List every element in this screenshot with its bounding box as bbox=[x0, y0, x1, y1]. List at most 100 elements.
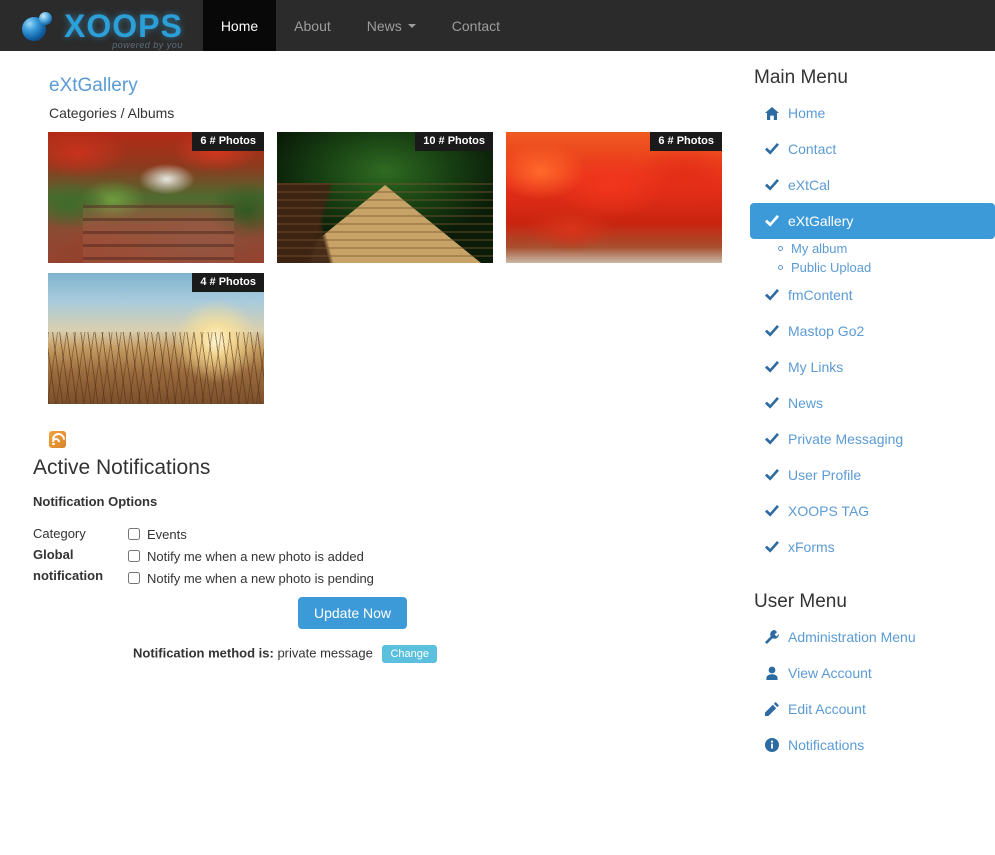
sidebar-item-label: View Account bbox=[788, 665, 872, 681]
sidebar-item-private-messaging: Private Messaging bbox=[750, 421, 995, 457]
row-label-category: Category bbox=[33, 526, 86, 541]
photo-count-badge: 6 # Photos bbox=[650, 132, 722, 151]
notifications-heading: Active Notifications bbox=[33, 456, 211, 479]
check-icon bbox=[765, 541, 779, 553]
check-icon bbox=[765, 505, 779, 517]
nav-items: Home About News Contact bbox=[202, 0, 518, 51]
sidebar-link-mastop-go2[interactable]: Mastop Go2 bbox=[750, 313, 995, 349]
submenu-link-my-album[interactable]: My album bbox=[778, 239, 995, 258]
sidebar-item-edit-account: Edit Account bbox=[750, 691, 995, 727]
change-method-button[interactable]: Change bbox=[382, 645, 438, 663]
brand-name: XOOPS bbox=[64, 7, 183, 44]
sidebar-link-edit-account[interactable]: Edit Account bbox=[750, 691, 995, 727]
sidebar-item-xforms: xForms bbox=[750, 529, 995, 565]
sidebar-item-mastop-go2: Mastop Go2 bbox=[750, 313, 995, 349]
main-content: eXtGallery Categories / Albums 6 # Photo… bbox=[0, 51, 750, 789]
nav-item-news[interactable]: News bbox=[349, 0, 434, 51]
notification-option-photo-added[interactable]: Notify me when a new photo is added bbox=[128, 545, 374, 567]
sidebar-link-my-links[interactable]: My Links bbox=[750, 349, 995, 385]
sidebar-link-home[interactable]: Home bbox=[750, 95, 995, 131]
album-thumbnail[interactable]: 6 # Photos bbox=[48, 132, 264, 263]
notification-method-row: Notification method is: private message … bbox=[0, 645, 750, 663]
option-label: Notify me when a new photo is added bbox=[147, 548, 364, 564]
sidebar-item-label: News bbox=[788, 395, 824, 411]
nav-item-home[interactable]: Home bbox=[202, 0, 277, 51]
sidebar-link-notifications[interactable]: Notifications bbox=[750, 727, 995, 763]
check-icon bbox=[765, 433, 779, 445]
top-navbar: XOOPS powered by you Home About News Con… bbox=[0, 0, 995, 51]
notification-checkbox-column: Events Notify me when a new photo is add… bbox=[128, 523, 374, 589]
sidebar-link-contact[interactable]: Contact bbox=[750, 131, 995, 167]
sidebar-item-extcal: eXtCal bbox=[750, 167, 995, 203]
checkbox-events[interactable] bbox=[128, 528, 140, 540]
sidebar-item-administration-menu: Administration Menu bbox=[750, 619, 995, 655]
notification-option-photo-pending[interactable]: Notify me when a new photo is pending bbox=[128, 567, 374, 589]
photo-count-badge: 10 # Photos bbox=[415, 132, 493, 151]
sidebar-item-extgallery: eXtGallery My album Public Upload bbox=[750, 203, 995, 277]
option-label: Events bbox=[147, 526, 187, 542]
user-menu-title: User Menu bbox=[754, 591, 847, 612]
album-thumbnail[interactable]: 6 # Photos bbox=[506, 132, 722, 263]
sidebar-link-view-account[interactable]: View Account bbox=[750, 655, 995, 691]
rss-feed-icon[interactable] bbox=[48, 429, 68, 449]
extgallery-submenu: My album Public Upload bbox=[750, 239, 995, 277]
sidebar-link-user-profile[interactable]: User Profile bbox=[750, 457, 995, 493]
sidebar-item-label: Contact bbox=[788, 141, 837, 157]
nav-item-contact[interactable]: Contact bbox=[434, 0, 518, 51]
sidebar-item-notifications: Notifications bbox=[750, 727, 995, 763]
page-body: eXtGallery Categories / Albums 6 # Photo… bbox=[0, 51, 995, 789]
submenu-item-public-upload: Public Upload bbox=[778, 258, 995, 277]
nav-item-label: Contact bbox=[451, 17, 501, 34]
sidebar-item-xoops-tag: XOOPS TAG bbox=[750, 493, 995, 529]
nav-item-label: News bbox=[366, 17, 402, 34]
notification-method-label: Notification method is: bbox=[132, 645, 274, 661]
sidebar-item-label: Edit Account bbox=[788, 701, 866, 717]
photo-count-badge: 6 # Photos bbox=[192, 132, 264, 151]
sidebar-item-label: My Links bbox=[788, 359, 844, 375]
sidebar-item-label: xForms bbox=[788, 539, 835, 555]
breadcrumb: Categories / Albums bbox=[49, 105, 175, 121]
checkbox-photo-added[interactable] bbox=[128, 550, 140, 562]
sidebar-link-xoops-tag[interactable]: XOOPS TAG bbox=[750, 493, 995, 529]
check-icon bbox=[765, 361, 779, 373]
sidebar-link-private-messaging[interactable]: Private Messaging bbox=[750, 421, 995, 457]
page-title: eXtGallery bbox=[49, 75, 138, 96]
sidebar-item-label: eXtGallery bbox=[788, 213, 854, 229]
album-thumbnail[interactable]: 10 # Photos bbox=[277, 132, 493, 263]
sidebar-link-administration-menu[interactable]: Administration Menu bbox=[750, 619, 995, 655]
user-icon bbox=[765, 666, 779, 680]
sidebar-link-extcal[interactable]: eXtCal bbox=[750, 167, 995, 203]
bullet-circle-icon bbox=[778, 246, 783, 251]
sidebar-item-label: Administration Menu bbox=[788, 629, 916, 645]
notification-options-subheading: Notification Options bbox=[33, 494, 158, 509]
submenu-link-public-upload[interactable]: Public Upload bbox=[778, 258, 995, 277]
nav-item-label: About bbox=[294, 17, 331, 34]
checkbox-photo-pending[interactable] bbox=[128, 572, 140, 584]
sidebar-link-xforms[interactable]: xForms bbox=[750, 529, 995, 565]
row-label-global: Global bbox=[33, 547, 74, 562]
album-thumbnail-grid: 6 # Photos 10 # Photos 6 # Photos 4 # Ph… bbox=[48, 127, 748, 409]
sidebar-item-label: XOOPS TAG bbox=[788, 503, 870, 519]
update-now-button[interactable]: Update Now bbox=[298, 597, 408, 629]
chevron-down-icon bbox=[407, 23, 416, 28]
sidebar-item-label: Notifications bbox=[788, 737, 865, 753]
notification-row-labels: Category Global notification bbox=[33, 523, 128, 589]
sidebar-item-contact: Contact bbox=[750, 131, 995, 167]
site-logo[interactable]: XOOPS powered by you bbox=[0, 0, 197, 51]
sidebar-item-user-profile: User Profile bbox=[750, 457, 995, 493]
submenu-item-label: Public Upload bbox=[791, 260, 872, 275]
sidebar-link-news[interactable]: News bbox=[750, 385, 995, 421]
album-thumbnail[interactable]: 4 # Photos bbox=[48, 273, 264, 404]
submenu-item-my-album: My album bbox=[778, 239, 995, 258]
sidebar-link-extgallery[interactable]: eXtGallery bbox=[750, 203, 995, 239]
check-icon bbox=[765, 469, 779, 481]
nav-item-about[interactable]: About bbox=[276, 0, 349, 51]
notification-option-events[interactable]: Events bbox=[128, 523, 374, 545]
notification-method-value: private message bbox=[277, 645, 373, 661]
check-icon bbox=[765, 325, 779, 337]
sidebar-item-news: News bbox=[750, 385, 995, 421]
sidebar-item-home: Home bbox=[750, 95, 995, 131]
row-label-notification: notification bbox=[33, 568, 104, 583]
info-circle-icon bbox=[765, 738, 779, 752]
sidebar-link-fmcontent[interactable]: fmContent bbox=[750, 277, 995, 313]
